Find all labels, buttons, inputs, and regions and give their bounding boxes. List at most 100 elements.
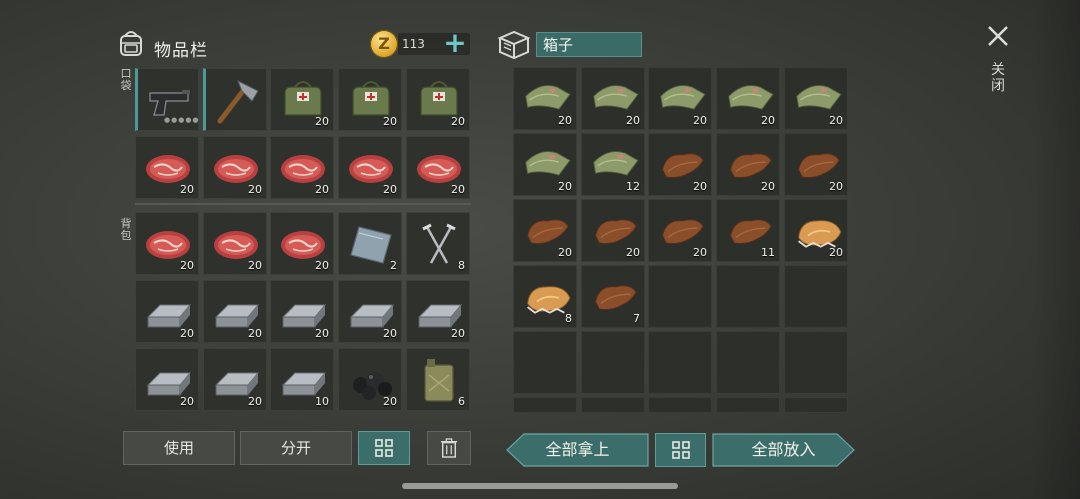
container-slot[interactable]: 7: [581, 265, 645, 328]
container-slot[interactable]: 20: [784, 199, 848, 262]
edge-shade: [1030, 0, 1080, 499]
container-slot[interactable]: [716, 265, 780, 328]
stack-count: 20: [383, 115, 397, 128]
container-slot[interactable]: 20: [513, 199, 577, 262]
stack-count: 20: [761, 180, 775, 193]
backpack-slot[interactable]: 20: [270, 212, 334, 275]
stack-count: 20: [383, 327, 397, 340]
backpack-slot[interactable]: 6: [406, 348, 470, 411]
pocket-slot[interactable]: 20: [135, 136, 199, 199]
backpack-slot[interactable]: 8: [406, 212, 470, 275]
backpack-slot[interactable]: 20: [135, 212, 199, 275]
container-slot[interactable]: [581, 331, 645, 394]
backpack-label: 背包: [120, 217, 132, 242]
pocket-slot[interactable]: 20: [338, 136, 402, 199]
backpack-slot[interactable]: 2: [338, 212, 402, 275]
container-slot[interactable]: [513, 331, 577, 394]
container-slot[interactable]: [648, 397, 712, 413]
box-icon: [497, 30, 531, 60]
stack-count: 20: [315, 327, 329, 340]
sort-button[interactable]: [358, 431, 410, 465]
take-all-label: 全部拿上: [545, 440, 610, 459]
container-slot[interactable]: [716, 331, 780, 394]
stack-count: 20: [451, 327, 465, 340]
container-slot[interactable]: [784, 331, 848, 394]
stack-count: 20: [248, 395, 262, 408]
stack-count: 20: [829, 246, 843, 259]
close-label[interactable]: 关闭: [989, 62, 1007, 94]
backpack-slot[interactable]: 20: [270, 280, 334, 343]
pocket-slot[interactable]: 20: [270, 136, 334, 199]
take-all-button[interactable]: 全部拿上: [506, 433, 649, 467]
container-slot[interactable]: [716, 397, 780, 413]
stack-count: 20: [558, 246, 572, 259]
stack-count: 20: [829, 114, 843, 127]
stack-count: 8: [565, 312, 572, 325]
backpack-slot[interactable]: 10: [270, 348, 334, 411]
container-slot[interactable]: 20: [784, 67, 848, 130]
backpack-slot[interactable]: 20: [203, 212, 267, 275]
stack-count: 20: [451, 183, 465, 196]
container-name: 箱子: [536, 32, 642, 57]
container-slot[interactable]: 12: [581, 133, 645, 196]
stack-count: 20: [315, 259, 329, 272]
section-divider: [135, 203, 471, 205]
grid-icon: [671, 441, 690, 459]
backpack-slot[interactable]: 20: [406, 280, 470, 343]
pocket-slot[interactable]: 20: [338, 68, 402, 131]
container-slot[interactable]: 8: [513, 265, 577, 328]
container-slot[interactable]: 20: [581, 199, 645, 262]
backpack-slot[interactable]: 20: [203, 348, 267, 411]
stack-count: 20: [558, 114, 572, 127]
stack-count: 20: [626, 246, 640, 259]
backpack-slot[interactable]: 20: [203, 280, 267, 343]
container-slot[interactable]: [648, 265, 712, 328]
container-slot[interactable]: 20: [648, 133, 712, 196]
pocket-slot[interactable]: ●●●●●: [135, 68, 199, 131]
stack-count: 11: [761, 246, 775, 259]
stack-count: 20: [451, 115, 465, 128]
backpack-slot[interactable]: 20: [135, 280, 199, 343]
put-all-button[interactable]: 全部放入: [712, 433, 855, 467]
durability-dots: ●●●●●: [164, 116, 200, 124]
grid-icon: [375, 439, 393, 457]
container-slot[interactable]: 20: [513, 67, 577, 130]
stack-count: 20: [383, 395, 397, 408]
container-slot[interactable]: 20: [648, 67, 712, 130]
container-sort-button[interactable]: [655, 433, 706, 467]
backpack-slot[interactable]: 20: [338, 280, 402, 343]
close-icon[interactable]: [986, 24, 1010, 48]
container-slot[interactable]: [784, 397, 848, 413]
stack-count: 20: [693, 180, 707, 193]
stack-count: 20: [180, 395, 194, 408]
inventory-title: 物品栏: [154, 41, 208, 61]
stack-count: 20: [248, 327, 262, 340]
pocket-slot[interactable]: 20: [203, 136, 267, 199]
container-slot[interactable]: 11: [716, 199, 780, 262]
backpack-slot[interactable]: 20: [338, 348, 402, 411]
container-slot[interactable]: [581, 397, 645, 413]
container-slot[interactable]: 20: [513, 133, 577, 196]
use-button[interactable]: 使用: [123, 431, 235, 465]
container-slot[interactable]: [784, 265, 848, 328]
pocket-slot[interactable]: 20: [406, 136, 470, 199]
stack-count: 20: [315, 115, 329, 128]
container-slot[interactable]: [648, 331, 712, 394]
container-slot[interactable]: [513, 397, 577, 413]
container-slot[interactable]: 20: [716, 67, 780, 130]
stack-count: 20: [693, 114, 707, 127]
backpack-slot[interactable]: 20: [135, 348, 199, 411]
discard-button[interactable]: [427, 431, 471, 465]
stack-count: 20: [558, 180, 572, 193]
container-slot[interactable]: 20: [648, 199, 712, 262]
container-slot[interactable]: 20: [716, 133, 780, 196]
split-button[interactable]: 分开: [240, 431, 352, 465]
container-slot[interactable]: 20: [784, 133, 848, 196]
pocket-slot[interactable]: [203, 68, 267, 131]
stack-count: 6: [458, 395, 465, 408]
container-slot[interactable]: 20: [581, 67, 645, 130]
add-currency-button[interactable]: +: [442, 28, 468, 58]
pocket-slot[interactable]: 20: [270, 68, 334, 131]
pocket-slot[interactable]: 20: [406, 68, 470, 131]
home-indicator[interactable]: [402, 483, 678, 489]
